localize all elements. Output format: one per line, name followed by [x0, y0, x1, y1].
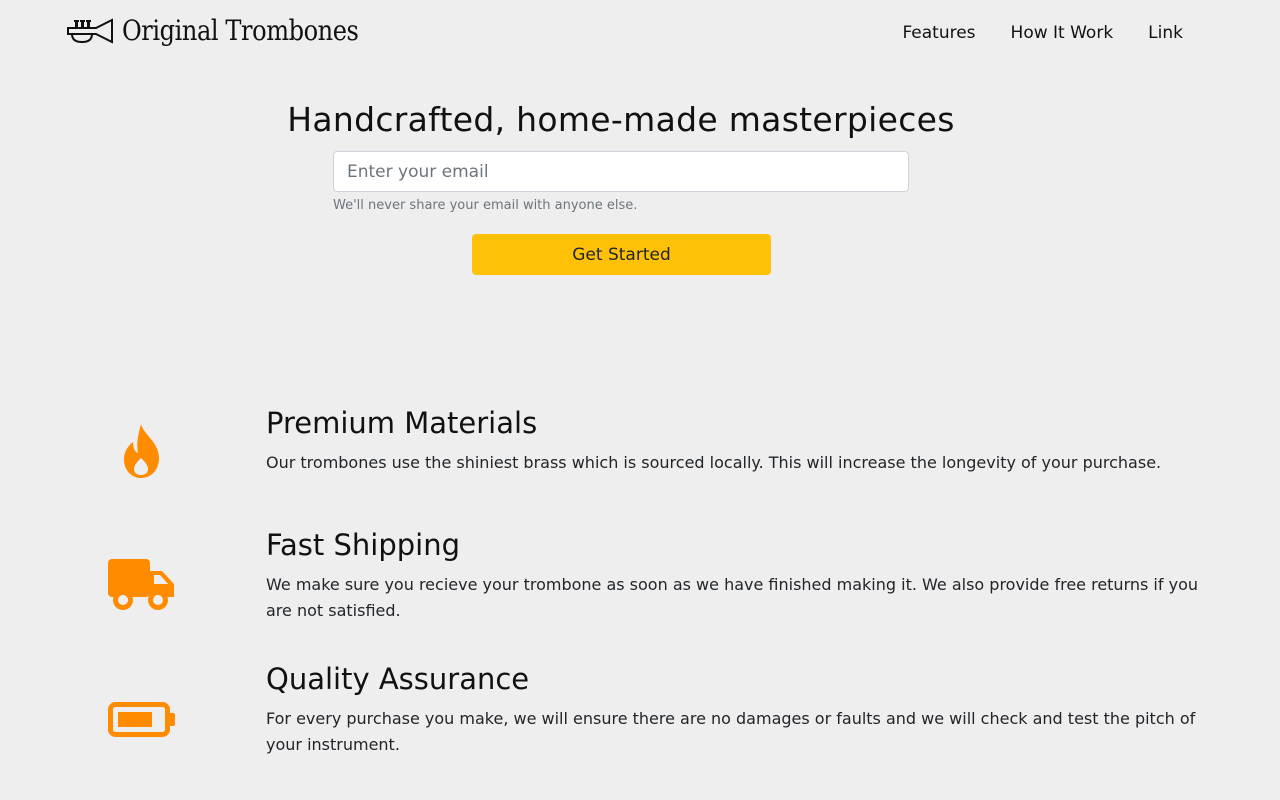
feature-description: We make sure you recieve your trombone a…: [266, 575, 1198, 620]
trumpet-icon: [67, 17, 113, 44]
email-help-text: We'll never share your email with anyone…: [333, 198, 638, 213]
hero-title: Handcrafted, home-made masterpieces: [287, 100, 955, 139]
feature-description: For every purchase you make, we will ens…: [266, 709, 1196, 754]
main-nav: Features How It Work Link: [902, 23, 1183, 43]
get-started-button[interactable]: Get Started: [472, 234, 771, 275]
nav-link-features[interactable]: Features: [902, 23, 975, 43]
feature-description: Our trombones use the shiniest brass whi…: [266, 453, 1162, 472]
feature-title: Fast Shipping: [266, 528, 460, 562]
email-input[interactable]: [333, 151, 909, 192]
feature-title: Quality Assurance: [266, 662, 530, 696]
truck-icon: [108, 559, 174, 610]
brand-logo[interactable]: Original Trombones: [66, 14, 397, 47]
feature-title: Premium Materials: [266, 406, 538, 440]
nav-link-how-it-work[interactable]: How It Work: [1011, 23, 1114, 43]
brand-name: Original Trombones: [122, 14, 359, 47]
fire-icon: [124, 424, 159, 478]
nav-link-link[interactable]: Link: [1148, 23, 1183, 43]
site-header: Original Trombones Features How It Work …: [0, 0, 1280, 68]
battery-icon: [108, 702, 175, 737]
